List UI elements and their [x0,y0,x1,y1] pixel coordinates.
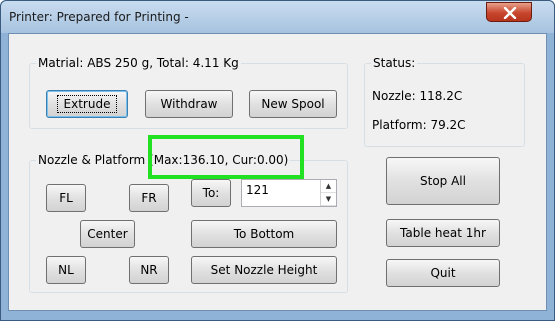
printer-window: Printer: Prepared for Printing - Matrial… [0,0,555,321]
fr-button-label: FR [141,191,157,205]
new-spool-button[interactable]: New Spool [249,90,337,118]
nozzle-temperature: Nozzle: 118.2C [372,89,463,103]
set-nozzle-height-button[interactable]: Set Nozzle Height [191,256,337,284]
nl-button[interactable]: NL [46,256,86,284]
to-bottom-button[interactable]: To Bottom [191,220,337,248]
to-button[interactable]: To: [191,179,231,207]
nr-button-label: NR [140,263,158,277]
fr-button[interactable]: FR [129,184,169,212]
close-button[interactable] [486,2,532,22]
title-bar[interactable]: Printer: Prepared for Printing - [1,1,554,33]
new-spool-button-label: New Spool [261,97,325,111]
center-button[interactable]: Center [80,220,135,248]
quit-button-label: Quit [430,266,456,280]
table-heat-button-label: Table heat 1hr [400,226,486,240]
quit-button[interactable]: Quit [386,259,500,287]
status-group: Status: [364,56,525,147]
highlight-annotation [148,135,304,179]
material-legend: Matrial: ABS 250 g, Total: 4.11 Kg [36,56,241,70]
to-height-stepper[interactable]: 121 ▲ ▼ [241,179,337,207]
spin-up-arrow-icon[interactable]: ▲ [321,180,336,193]
fl-button-label: FL [59,191,73,205]
extrude-button-label: Extrude [56,95,118,113]
window-title: Printer: Prepared for Printing - [9,10,189,24]
to-height-value: 121 [246,183,269,197]
table-heat-button[interactable]: Table heat 1hr [386,219,500,247]
center-button-label: Center [87,227,128,241]
set-nozzle-height-button-label: Set Nozzle Height [210,263,318,277]
nl-button-label: NL [58,263,74,277]
stop-all-button[interactable]: Stop All [386,157,500,205]
spin-buttons: ▲ ▼ [320,180,336,206]
extrude-button[interactable]: Extrude [46,90,128,118]
withdraw-button[interactable]: Withdraw [145,90,233,118]
fl-button[interactable]: FL [46,184,86,212]
to-button-label: To: [202,186,220,200]
spin-down-arrow-icon[interactable]: ▼ [321,193,336,206]
close-icon [503,7,517,19]
stop-all-button-label: Stop All [420,174,466,188]
to-bottom-button-label: To Bottom [233,227,295,241]
nr-button[interactable]: NR [129,256,169,284]
platform-temperature: Platform: 79.2C [372,118,466,132]
status-legend: Status: [371,56,418,70]
withdraw-button-label: Withdraw [160,97,218,111]
